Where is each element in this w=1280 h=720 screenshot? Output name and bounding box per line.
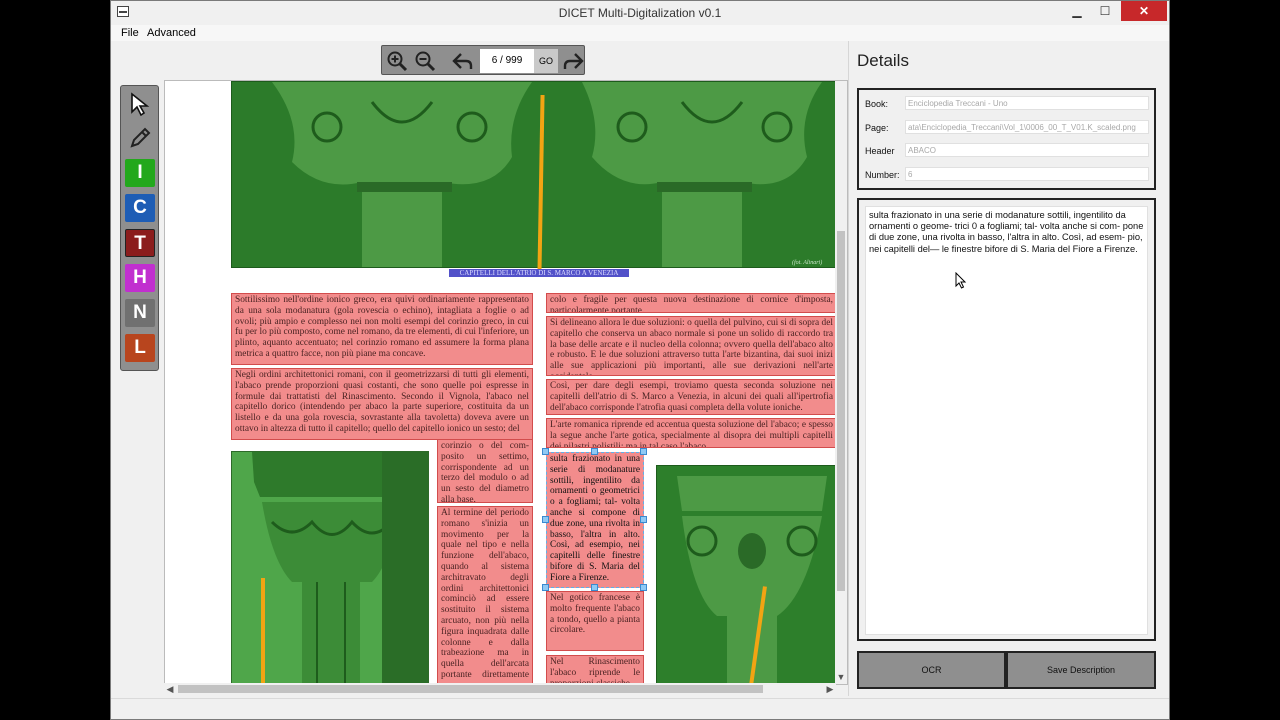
image-region-column-right[interactable] [656,465,837,684]
go-button[interactable]: GO [534,49,558,73]
capitals-photo [232,82,836,267]
text-region-col3-p2[interactable]: Si delineano allora le due soluzioni: o … [546,316,837,376]
resize-handle-mr[interactable] [640,516,647,523]
text-region-col2-p1[interactable]: corinzio o del com- posito un settimo, c… [437,439,533,503]
text-region-col2-p2[interactable]: Al termine del periodo romano s'inizia u… [437,506,533,684]
header-field[interactable]: ABACO [905,143,1149,157]
page-field[interactable]: ata\Enciclopedia_Treccani\Vol_1\0006_00_… [905,120,1149,134]
previous-page-button[interactable] [450,49,476,73]
reading-order-line-2 [261,578,265,684]
text-region-tool[interactable]: T [125,229,155,257]
pencil-icon [130,127,151,148]
capital-photo [657,466,836,684]
page-number-input[interactable]: 6 / 999 [480,49,534,73]
text-region-col3-p4[interactable]: L'arte romanica riprende ed accentua que… [546,418,837,448]
document-viewer[interactable]: (fot. Alinari) CAPITELLI DELL'ATRIO DI S… [164,80,848,685]
description-textarea[interactable]: sulta frazionato in una serie di modanat… [865,206,1148,635]
maximize-button[interactable]: ☐ [1091,1,1119,21]
close-button[interactable]: ✕ [1121,1,1167,21]
line-region-tool[interactable]: L [125,334,155,362]
resize-handle-br[interactable] [640,584,647,591]
caption-region[interactable]: CAPITELLI DELL'ATRIO DI S. MARCO A VENEZ… [449,269,629,277]
resize-handle-tl[interactable] [542,448,549,455]
selected-text-region[interactable]: sulta frazionato in una serie di modanat… [546,452,644,588]
metadata-box: Book: Enciclopedia Treccani - Uno Page: … [857,88,1156,190]
text-region-col3-p3[interactable]: Così, per dare degli esempi, troviamo qu… [546,379,837,415]
resize-handle-tm[interactable] [591,448,598,455]
header-label: Header [865,146,895,156]
select-tool-button[interactable] [125,90,155,118]
app-window: DICET Multi-Digitalization v0.1 ▁ ☐ ✕ Fi… [110,0,1170,720]
ocr-button[interactable]: OCR [857,651,1006,689]
vertical-scrollbar[interactable] [835,81,847,684]
number-region-tool[interactable]: N [125,299,155,327]
minimize-button[interactable]: ▁ [1063,1,1091,21]
number-field[interactable]: 6 [905,167,1149,181]
scroll-left-icon[interactable]: ◀ [164,683,176,695]
photo-credit: (fot. Alinari) [792,260,823,266]
scroll-down-icon[interactable]: ▼ [835,671,847,683]
image-region-capitals[interactable]: (fot. Alinari) [231,81,837,268]
horizontal-scroll-thumb[interactable] [178,685,763,693]
next-page-button[interactable] [560,49,586,73]
zoom-out-button[interactable] [412,49,438,73]
book-label: Book: [865,99,889,109]
menu-bar: File Advanced [111,25,1169,41]
window-title: DICET Multi-Digitalization v0.1 [558,6,722,20]
mouse-cursor-icon [955,272,967,289]
zoom-in-button[interactable] [384,49,410,73]
status-bar [111,698,1169,719]
resize-handle-bm[interactable] [591,584,598,591]
vertical-scroll-thumb[interactable] [837,231,845,591]
header-region-tool[interactable]: H [125,264,155,292]
title-bar: DICET Multi-Digitalization v0.1 ▁ ☐ ✕ [111,1,1169,25]
page-label: Page: [865,123,889,133]
details-title: Details [857,51,909,70]
resize-handle-bl[interactable] [542,584,549,591]
menu-file[interactable]: File [116,25,144,41]
text-region-col3-p1[interactable]: colo e fragile per questa nuova destinaz… [546,293,837,313]
select-arrow-icon [131,92,150,117]
zoom-out-icon [415,51,436,72]
pen-tool-button[interactable] [125,124,155,152]
description-box: sulta frazionato in una serie di modanat… [857,198,1156,641]
text-region-col1-p2[interactable]: Negli ordini architettonici romani, con … [231,368,533,440]
arrow-back-icon [452,53,473,69]
caption-region-tool[interactable]: C [125,194,155,222]
resize-handle-tr[interactable] [640,448,647,455]
save-description-button[interactable]: Save Description [1006,651,1156,689]
text-region-col3-p6[interactable]: Nel Rinascimento l'abaco riprende le pro… [546,655,644,684]
panel-divider[interactable] [848,41,849,696]
navigation-toolbar: 6 / 999 GO [381,45,585,75]
image-region-tool[interactable]: I [125,159,155,187]
resize-handle-ml[interactable] [542,516,549,523]
text-region-col3-p5[interactable]: Nel gotico francese è molto frequente l'… [546,591,644,651]
horizontal-scrollbar[interactable]: ◀ ▶ [164,683,836,695]
scroll-right-icon[interactable]: ▶ [824,683,836,695]
zoom-in-icon [387,51,408,72]
book-field[interactable]: Enciclopedia Treccani - Uno [905,96,1149,110]
menu-advanced[interactable]: Advanced [142,25,201,41]
arrow-forward-icon [563,53,584,69]
number-label: Number: [865,170,900,180]
text-region-col1-p1[interactable]: Sottilissimo nell'ordine ionico greco, e… [231,293,533,365]
tool-palette: I C T H N L [120,85,159,371]
